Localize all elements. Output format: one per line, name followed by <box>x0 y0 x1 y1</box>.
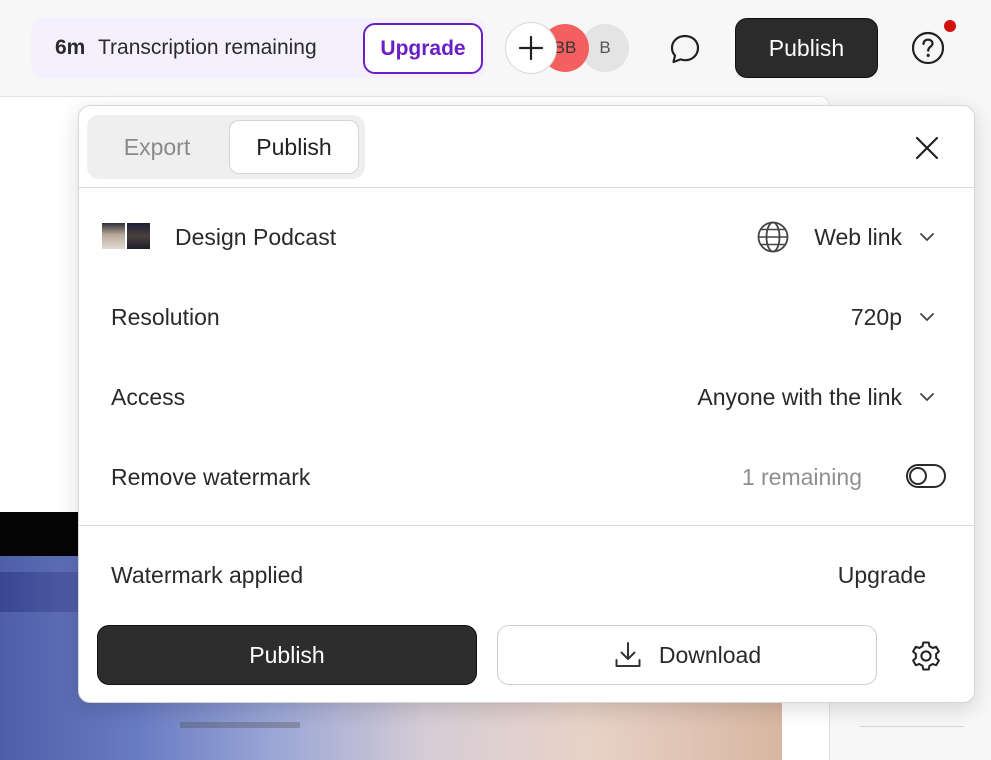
tab-publish[interactable]: Publish <box>229 120 359 174</box>
comments-button[interactable] <box>664 28 706 70</box>
chevron-down-icon[interactable] <box>918 228 936 246</box>
close-icon <box>915 136 939 160</box>
thumbnail-frame <box>102 223 125 249</box>
help-icon <box>911 31 945 65</box>
watermark-applied-label: Watermark applied <box>111 562 304 588</box>
project-thumbnail <box>102 223 150 249</box>
export-publish-tabs: Export Publish <box>87 115 365 179</box>
chevron-down-icon[interactable] <box>918 388 936 406</box>
upgrade-link[interactable]: Upgrade <box>838 562 926 589</box>
watermark-applied-row: Watermark applied Upgrade <box>79 550 974 600</box>
toggle-knob <box>909 467 927 485</box>
remove-watermark-row: Remove watermark 1 remaining <box>79 452 974 502</box>
gear-icon <box>912 641 940 671</box>
resolution-select[interactable]: 720p <box>851 304 902 331</box>
divider <box>860 726 964 727</box>
access-row: Access Anyone with the link <box>79 372 974 422</box>
download-button[interactable]: Download <box>497 625 877 685</box>
download-icon <box>615 642 641 667</box>
transcription-amount: 6m <box>55 36 86 59</box>
destination-select[interactable]: Web link <box>814 224 902 251</box>
divider <box>79 187 974 188</box>
access-select[interactable]: Anyone with the link <box>697 384 902 411</box>
export-settings-button[interactable] <box>908 638 944 674</box>
access-label: Access <box>111 384 186 410</box>
comment-icon <box>670 34 700 64</box>
tab-export[interactable]: Export <box>93 120 221 174</box>
notification-dot <box>944 20 956 32</box>
publish-button[interactable]: Publish <box>97 625 477 685</box>
project-row: Design Podcast Web link <box>79 212 974 262</box>
transcription-label: Transcription remaining <box>98 36 317 59</box>
close-button[interactable] <box>911 132 943 164</box>
transcription-banner: 6m Transcription remaining Upgrade <box>31 18 486 78</box>
publish-menu-button[interactable]: Publish <box>735 18 878 78</box>
thumbnail-frame <box>127 223 150 249</box>
publish-panel: Export Publish Design Podcast Web link R… <box>78 105 975 703</box>
chevron-down-icon[interactable] <box>918 308 936 326</box>
top-bar: 6m Transcription remaining Upgrade BB B … <box>0 0 991 96</box>
download-label: Download <box>658 641 762 668</box>
project-name: Design Podcast <box>175 224 337 250</box>
upgrade-button[interactable]: Upgrade <box>363 23 483 74</box>
add-collaborator-button[interactable] <box>505 22 557 74</box>
plus-icon <box>518 35 544 61</box>
divider <box>79 525 974 526</box>
globe-icon <box>757 221 789 253</box>
resolution-label: Resolution <box>111 304 220 330</box>
remove-watermark-toggle[interactable] <box>906 464 946 488</box>
resolution-row: Resolution 720p <box>79 292 974 342</box>
help-button[interactable] <box>906 26 950 70</box>
video-blur <box>180 722 300 728</box>
remove-watermark-label: Remove watermark <box>111 464 311 490</box>
watermark-remaining: 1 remaining <box>741 464 862 490</box>
